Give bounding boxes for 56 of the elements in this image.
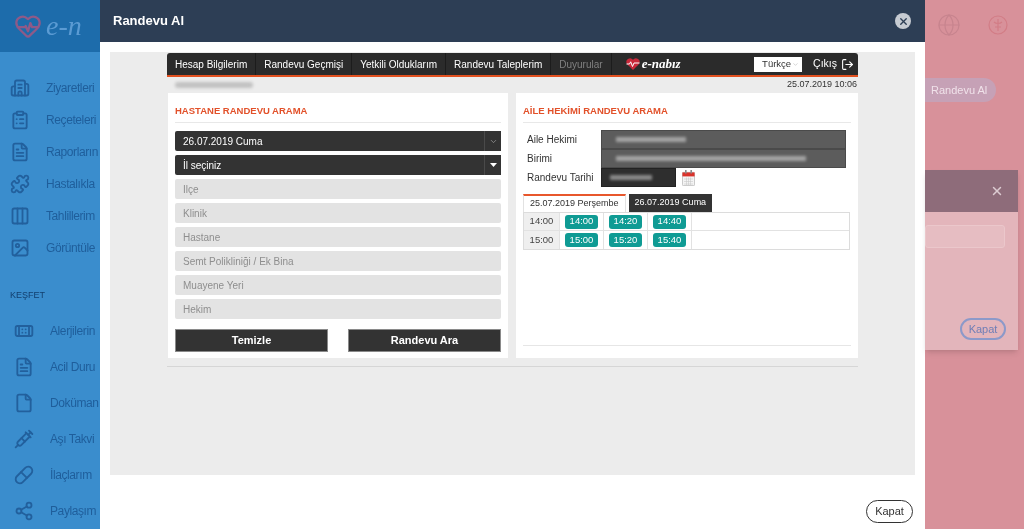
clipboard-icon bbox=[10, 110, 30, 130]
field-label: Randevu Tarihi bbox=[526, 171, 595, 185]
time-slot-button[interactable]: 15:20 bbox=[608, 233, 643, 247]
chevron-down-icon bbox=[792, 60, 800, 68]
appointment-button[interactable]: Randevu Al bbox=[925, 78, 997, 102]
close-button[interactable]: Kapat bbox=[960, 318, 1006, 340]
date-field[interactable] bbox=[601, 168, 676, 187]
close-icon bbox=[897, 15, 909, 27]
language-select[interactable]: Türkçe bbox=[754, 56, 803, 72]
search-button[interactable]: Randevu Ara bbox=[348, 329, 501, 352]
caret-down-icon bbox=[489, 163, 497, 167]
document-icon bbox=[10, 142, 30, 162]
field-label: Birimi bbox=[526, 152, 553, 166]
logout-link[interactable]: Çıkış bbox=[813, 56, 854, 72]
timestamp: 25.07.2019 10:06 bbox=[786, 78, 857, 92]
nav-link[interactable]: Yetkili Olduklarım bbox=[352, 53, 447, 75]
columns-icon bbox=[10, 206, 30, 226]
date-select[interactable]: 26.07.2019 Cuma bbox=[175, 131, 501, 151]
calendar-icon[interactable] bbox=[682, 169, 695, 186]
document-icon bbox=[14, 357, 34, 377]
close-button[interactable] bbox=[895, 13, 911, 29]
hour-cell: 15:00 bbox=[524, 231, 560, 249]
logout-icon bbox=[841, 57, 854, 71]
time-slot-button[interactable]: 14:40 bbox=[652, 214, 687, 229]
close-icon[interactable] bbox=[990, 184, 1004, 198]
select-field[interactable]: İl seçiniz bbox=[175, 155, 501, 175]
file-icon bbox=[14, 393, 34, 413]
building-icon bbox=[10, 78, 30, 98]
pill-icon bbox=[14, 465, 34, 485]
heart-pulse-icon bbox=[625, 58, 640, 70]
section-label: KEŞFET bbox=[9, 289, 46, 301]
image-icon bbox=[10, 238, 30, 258]
text-field[interactable] bbox=[601, 130, 846, 149]
nav-link[interactable]: Hesap Bilgilerim bbox=[167, 53, 257, 75]
syringe-icon bbox=[14, 429, 34, 449]
puzzle-icon bbox=[10, 174, 30, 194]
input-field[interactable] bbox=[925, 225, 1005, 248]
time-slot-button[interactable]: 14:00 bbox=[564, 214, 599, 229]
panel-title: AİLE HEKİMİ RANDEVU ARAMA bbox=[523, 105, 668, 116]
time-slot-button[interactable]: 14:20 bbox=[608, 214, 643, 229]
share-icon bbox=[14, 501, 34, 521]
field-label: Aile Hekimi bbox=[526, 133, 578, 147]
text-field[interactable] bbox=[601, 149, 846, 168]
hour-cell: 14:00 bbox=[524, 213, 560, 230]
date-tab[interactable]: 26.07.2019 Cuma bbox=[628, 194, 713, 212]
nav-link[interactable]: Randevu Taleplerim bbox=[446, 53, 552, 75]
modal-title: Randevu Al bbox=[113, 12, 185, 31]
heart-pulse-icon bbox=[14, 12, 42, 40]
time-slot-button[interactable]: 15:00 bbox=[564, 233, 599, 247]
date-tab[interactable]: 25.07.2019 Perşembe bbox=[523, 194, 626, 212]
panel-title: HASTANE RANDEVU ARAMA bbox=[175, 105, 308, 116]
logo-text: e-n bbox=[46, 9, 82, 43]
logo-text: e-nabız bbox=[641, 55, 681, 74]
clear-button[interactable]: Temizle bbox=[175, 329, 328, 352]
nav-link[interactable]: Randevu Geçmişi bbox=[256, 53, 353, 75]
time-slot-button[interactable]: 15:40 bbox=[652, 233, 687, 247]
